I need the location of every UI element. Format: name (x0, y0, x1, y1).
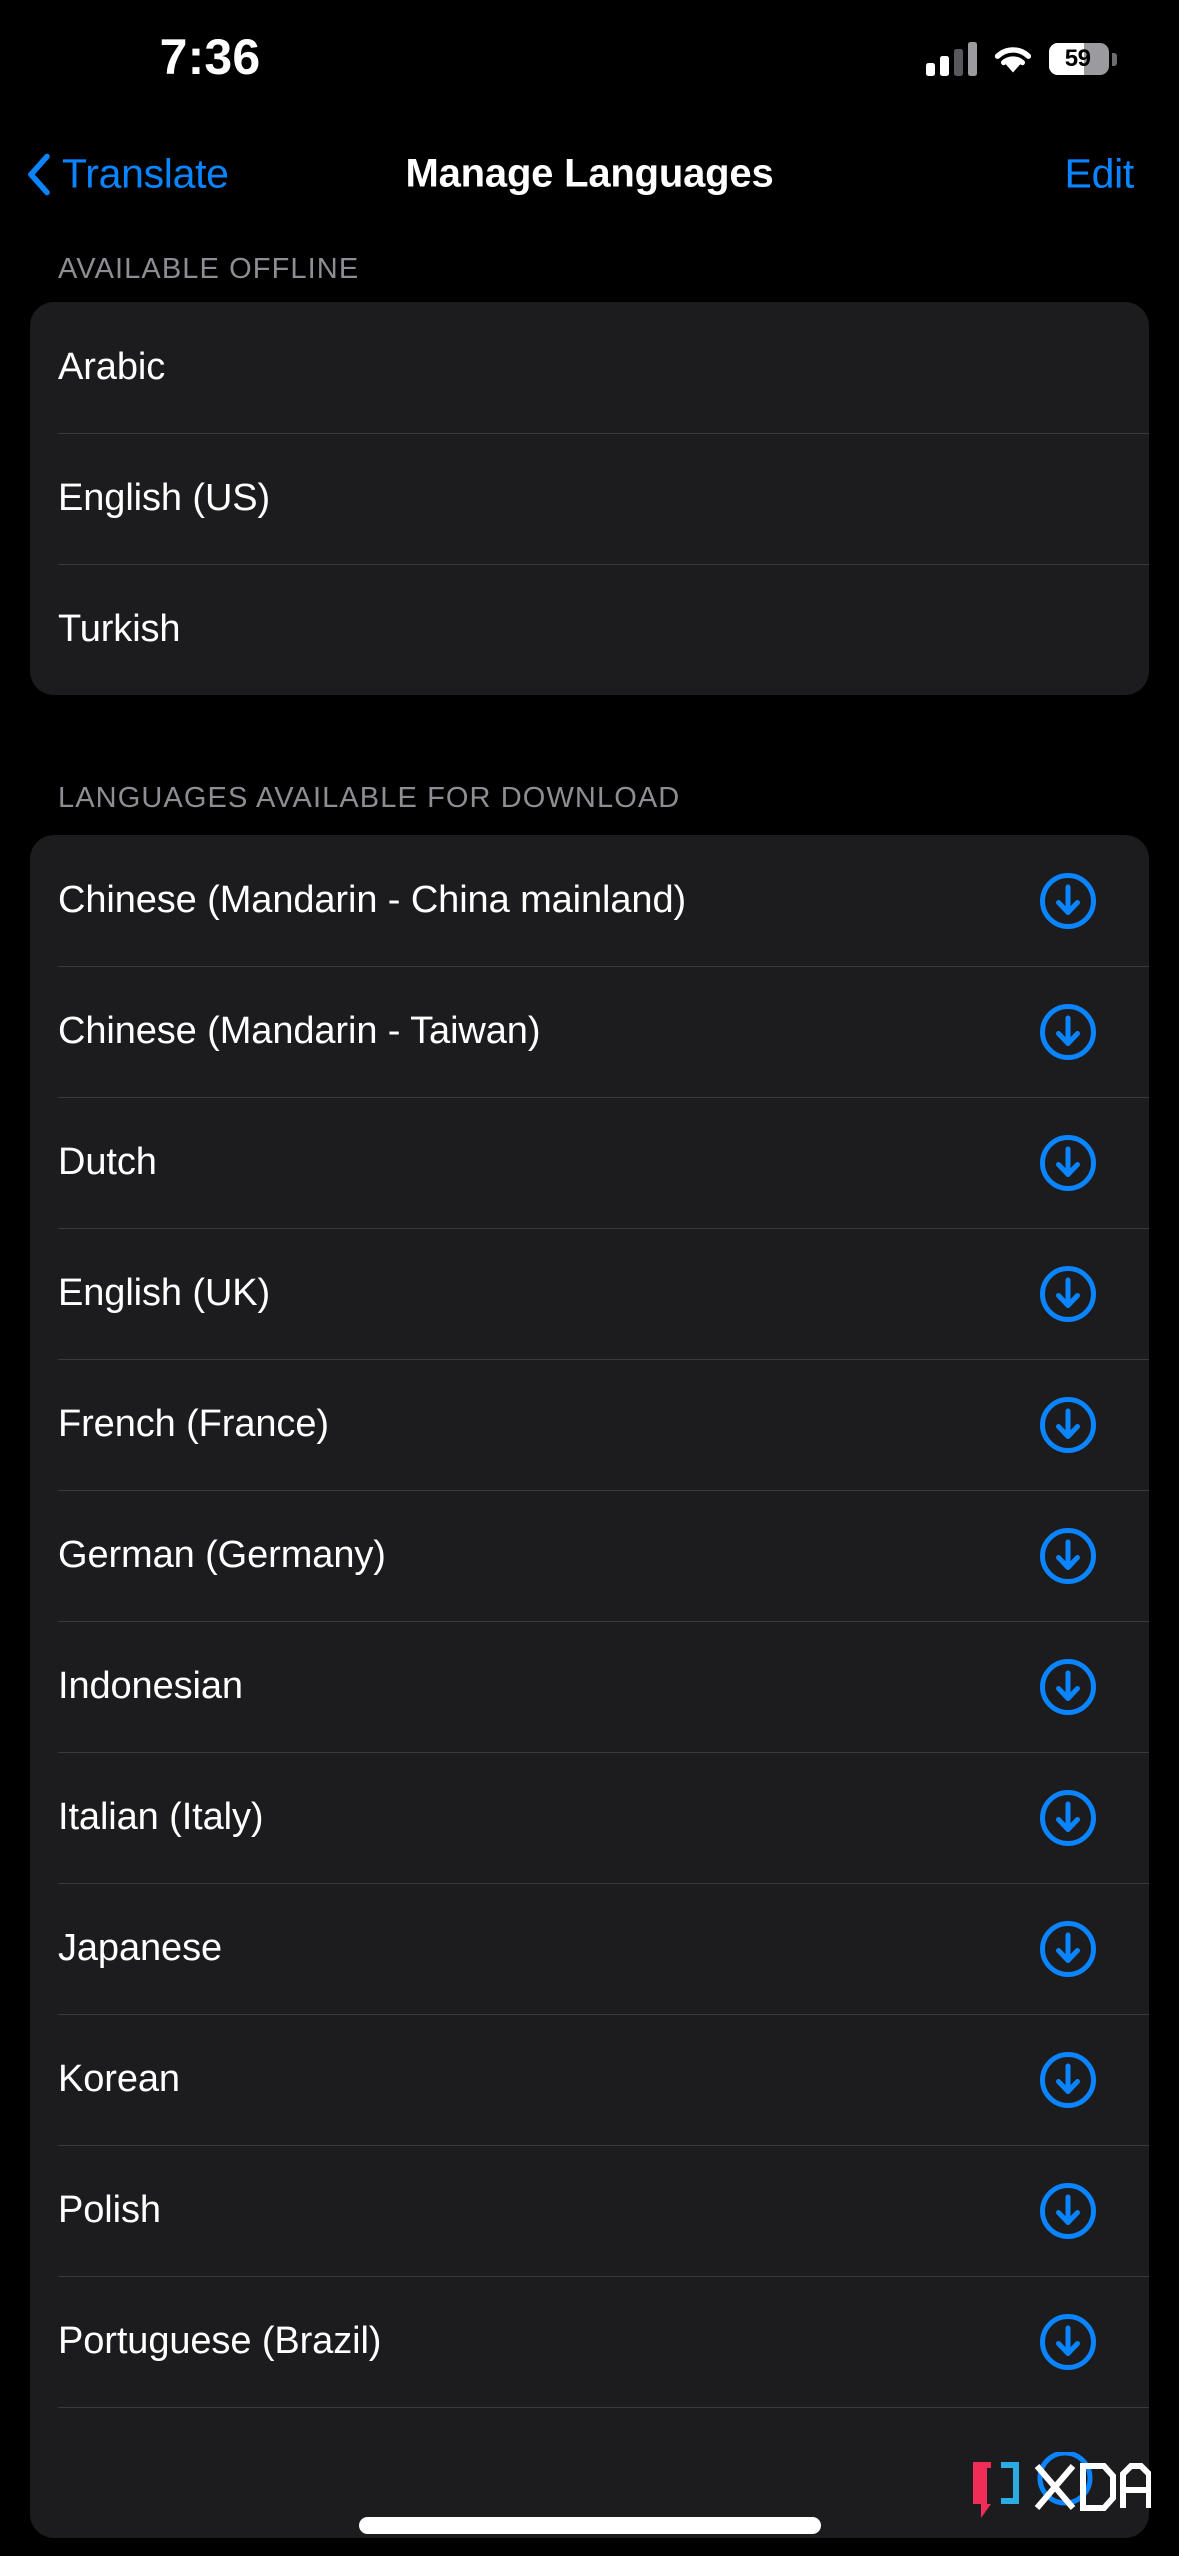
download-circle-icon[interactable] (1039, 1789, 1097, 1847)
list-item[interactable]: English (US) (30, 433, 1149, 564)
language-label: German (Germany) (58, 1534, 386, 1576)
navigation-bar: Translate Manage Languages Edit (0, 120, 1179, 228)
section-header-available-for-download: LANGUAGES AVAILABLE FOR DOWNLOAD (58, 781, 681, 814)
download-circle-icon[interactable] (1039, 2051, 1097, 2109)
list-item[interactable]: Chinese (Mandarin - China mainland) (30, 835, 1149, 966)
language-label: Japanese (58, 1927, 223, 1969)
status-bar-indicators: 59 (926, 36, 1117, 82)
list-item[interactable]: French (France) (30, 1359, 1149, 1490)
language-label: English (US) (58, 477, 271, 519)
language-label: French (France) (58, 1403, 329, 1445)
languages-list: AVAILABLE OFFLINE Arabic English (US) Tu… (0, 228, 1179, 2538)
page-title: Manage Languages (405, 151, 774, 196)
download-circle-icon[interactable] (1039, 1920, 1097, 1978)
language-label: Turkish (58, 608, 181, 650)
status-bar-time: 7:36 (159, 29, 261, 85)
home-indicator (358, 2517, 821, 2534)
battery-body: 59 (1049, 43, 1110, 75)
offline-languages-card: Arabic English (US) Turkish (30, 302, 1149, 695)
list-item[interactable]: Arabic (30, 302, 1149, 433)
download-circle-icon[interactable] (1039, 1003, 1097, 1061)
download-circle-icon[interactable] (1039, 1134, 1097, 1192)
language-label: Chinese (Mandarin - Taiwan) (58, 1010, 541, 1052)
list-item[interactable]: Portuguese (Brazil) (30, 2276, 1149, 2407)
battery-icon: 59 (1049, 42, 1117, 76)
download-circle-icon[interactable] (1039, 1265, 1097, 1323)
list-item[interactable]: English (UK) (30, 1228, 1149, 1359)
cellular-signal-icon (926, 42, 977, 76)
language-label: Arabic (58, 346, 166, 388)
download-circle-icon[interactable] (1039, 2313, 1097, 2371)
list-item[interactable]: Japanese (30, 1883, 1149, 2014)
list-item[interactable]: German (Germany) (30, 1490, 1149, 1621)
language-label: Portuguese (Brazil) (58, 2320, 382, 2362)
language-label: Chinese (Mandarin - China mainland) (58, 879, 687, 921)
section-header-available-offline: AVAILABLE OFFLINE (58, 252, 360, 285)
download-circle-icon[interactable] (1039, 1527, 1097, 1585)
language-label: Polish (58, 2189, 161, 2231)
list-item[interactable]: Turkish (30, 564, 1149, 695)
download-circle-icon[interactable] (1039, 1396, 1097, 1454)
language-label: Korean (58, 2058, 180, 2100)
language-label: Dutch (58, 1141, 157, 1183)
language-label: English (UK) (58, 1272, 271, 1314)
list-item[interactable]: Polish (30, 2145, 1149, 2276)
list-item[interactable]: Dutch (30, 1097, 1149, 1228)
battery-percent-label: 59 (1064, 45, 1091, 72)
language-label: Indonesian (58, 1665, 243, 1707)
edit-button[interactable]: Edit (1065, 151, 1135, 198)
list-item[interactable]: Chinese (Mandarin - Taiwan) (30, 966, 1149, 1097)
wifi-icon (991, 42, 1035, 76)
list-item[interactable]: Korean (30, 2014, 1149, 2145)
list-item[interactable]: Indonesian (30, 1621, 1149, 1752)
downloadable-languages-card: Chinese (Mandarin - China mainland) Chin… (30, 835, 1149, 2538)
list-item[interactable]: Italian (Italy) (30, 1752, 1149, 1883)
download-circle-icon[interactable] (1039, 872, 1097, 930)
download-circle-icon[interactable] (1039, 2182, 1097, 2240)
download-circle-icon[interactable] (1039, 1658, 1097, 1716)
battery-cap (1112, 52, 1117, 66)
status-bar: 7:36 59 (0, 0, 1179, 120)
language-label: Italian (Italy) (58, 1796, 264, 1838)
